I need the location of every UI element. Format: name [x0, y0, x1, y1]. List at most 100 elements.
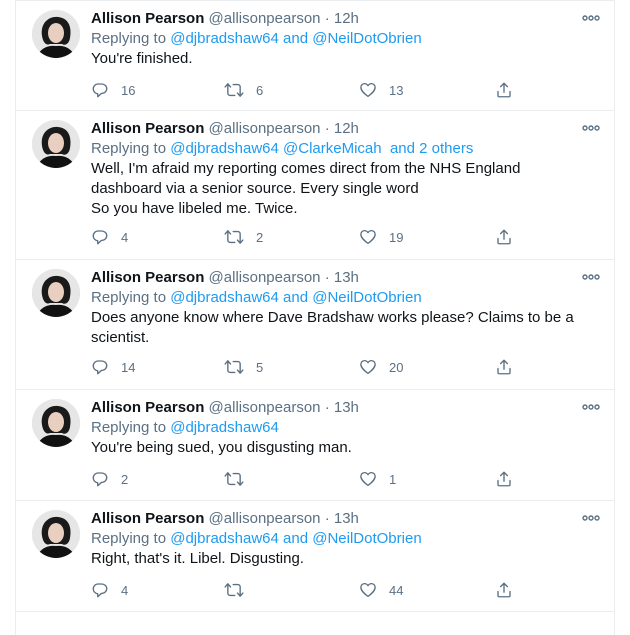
share-icon — [497, 359, 511, 375]
tweet-timestamp[interactable]: 12h — [334, 120, 359, 137]
retweet-count: 6 — [256, 82, 264, 98]
replying-to-label: Replying to — [91, 140, 167, 157]
tweet-actions: 14 5 20 — [91, 358, 574, 380]
author-name[interactable]: Allison Pearson — [91, 399, 204, 416]
more-icon[interactable] — [582, 272, 600, 282]
tweet[interactable]: Allison Pearson @allisonpearson · 13h Re… — [16, 501, 614, 612]
mention-joiner: and — [278, 289, 313, 306]
tweet-feed: Allison Pearson @allisonpearson · 12h Re… — [15, 0, 615, 635]
share-button[interactable] — [495, 358, 513, 376]
heart-icon — [360, 229, 376, 245]
tweet-timestamp[interactable]: 13h — [334, 269, 359, 286]
reply-button[interactable]: 2 — [91, 470, 128, 488]
mention-link[interactable]: @djbradshaw64 — [170, 530, 279, 547]
reply-button[interactable]: 14 — [91, 358, 135, 376]
tweet[interactable]: Allison Pearson @allisonpearson · 12h Re… — [16, 0, 614, 111]
avatar[interactable] — [32, 510, 80, 558]
share-button[interactable] — [495, 581, 513, 599]
like-button[interactable]: 13 — [359, 81, 403, 99]
like-button[interactable]: 19 — [359, 228, 403, 246]
replying-to: Replying to @djbradshaw64 and @NeilDotOb… — [91, 288, 574, 308]
replying-to-label: Replying to — [91, 30, 167, 47]
author-name[interactable]: Allison Pearson — [91, 120, 204, 137]
tweet-header: Allison Pearson @allisonpearson · 13h — [91, 268, 574, 288]
mention-link[interactable]: @djbradshaw64 — [170, 140, 279, 157]
replying-to: Replying to @djbradshaw64 and @NeilDotOb… — [91, 29, 574, 49]
retweet-button[interactable]: 6 — [224, 81, 263, 99]
mention-link[interactable]: @djbradshaw64 — [170, 289, 279, 306]
mention-link[interactable]: @NeilDotObrien — [312, 289, 421, 306]
author-name[interactable]: Allison Pearson — [91, 10, 204, 27]
author-handle[interactable]: @allisonpearson — [209, 510, 321, 527]
replying-to: Replying to @djbradshaw64 and @NeilDotOb… — [91, 529, 574, 549]
others-link[interactable]: and 2 others — [382, 140, 473, 157]
mention-link[interactable]: @djbradshaw64 — [170, 30, 279, 47]
retweet-icon — [224, 360, 244, 374]
separator-dot: · — [324, 10, 330, 27]
retweet-icon — [224, 83, 244, 97]
author-handle[interactable]: @allisonpearson — [209, 10, 321, 27]
tweet-body: Allison Pearson @allisonpearson · 13h Re… — [91, 509, 574, 569]
share-button[interactable] — [495, 228, 513, 246]
share-button[interactable] — [495, 81, 513, 99]
mention-joiner: and — [278, 530, 313, 547]
reply-button[interactable]: 16 — [91, 81, 135, 99]
tweet-timestamp[interactable]: 13h — [334, 399, 359, 416]
tweet-text: Does anyone know where Dave Bradshaw wor… — [91, 309, 574, 346]
retweet-button[interactable]: 5 — [224, 358, 263, 376]
reply-icon — [92, 360, 108, 375]
retweet-count: 2 — [256, 229, 264, 245]
tweet-header: Allison Pearson @allisonpearson · 12h — [91, 9, 574, 29]
heart-icon — [360, 471, 376, 487]
more-icon[interactable] — [582, 123, 600, 133]
tweet-timestamp[interactable]: 12h — [334, 10, 359, 27]
mention-link[interactable]: @djbradshaw64 — [170, 419, 279, 436]
heart-icon — [360, 582, 376, 598]
author-handle[interactable]: @allisonpearson — [209, 399, 321, 416]
tweet[interactable]: Allison Pearson @allisonpearson · 13h Re… — [16, 390, 614, 501]
tweet-text: You're being sued, you disgusting man. — [91, 439, 352, 456]
reply-button[interactable]: 4 — [91, 228, 128, 246]
author-name[interactable]: Allison Pearson — [91, 269, 204, 286]
avatar[interactable] — [32, 10, 80, 58]
mention-link[interactable]: @NeilDotObrien — [312, 530, 421, 547]
retweet-button[interactable] — [224, 470, 256, 488]
like-button[interactable]: 1 — [359, 470, 396, 488]
share-icon — [497, 471, 511, 487]
reply-count: 14 — [121, 359, 136, 375]
mention-link[interactable]: @NeilDotObrien — [312, 30, 421, 47]
author-name[interactable]: Allison Pearson — [91, 510, 204, 527]
more-icon[interactable] — [582, 402, 600, 412]
author-handle[interactable]: @allisonpearson — [209, 120, 321, 137]
reply-count: 16 — [121, 82, 136, 98]
tweet-text: Well, I'm afraid my reporting comes dire… — [91, 160, 521, 217]
avatar[interactable] — [32, 399, 80, 447]
tweet[interactable]: Allison Pearson @allisonpearson · 13h Re… — [16, 260, 614, 390]
mention-link[interactable]: @ClarkeMicah — [283, 140, 382, 157]
separator-dot: · — [324, 269, 330, 286]
reply-button[interactable]: 4 — [91, 581, 128, 599]
like-button[interactable]: 44 — [359, 581, 403, 599]
retweet-button[interactable]: 2 — [224, 228, 263, 246]
author-handle[interactable]: @allisonpearson — [209, 269, 321, 286]
more-icon[interactable] — [582, 513, 600, 523]
tweet-actions: 4 44 — [91, 581, 574, 603]
heart-icon — [360, 82, 376, 98]
like-count: 13 — [389, 82, 404, 98]
reply-count: 4 — [121, 582, 129, 598]
tweet-actions: 16 6 13 — [91, 81, 574, 103]
more-icon[interactable] — [582, 13, 600, 23]
tweet[interactable]: Allison Pearson @allisonpearson · 12h Re… — [16, 111, 614, 260]
share-button[interactable] — [495, 470, 513, 488]
like-count: 20 — [389, 359, 404, 375]
retweet-icon — [224, 583, 244, 597]
like-button[interactable]: 20 — [359, 358, 403, 376]
avatar[interactable] — [32, 269, 80, 317]
retweet-button[interactable] — [224, 581, 256, 599]
share-icon — [497, 229, 511, 245]
retweet-icon — [224, 472, 244, 486]
reply-icon — [92, 583, 108, 598]
tweet-timestamp[interactable]: 13h — [334, 510, 359, 527]
avatar[interactable] — [32, 120, 80, 168]
tweet-header: Allison Pearson @allisonpearson · 13h — [91, 509, 574, 529]
